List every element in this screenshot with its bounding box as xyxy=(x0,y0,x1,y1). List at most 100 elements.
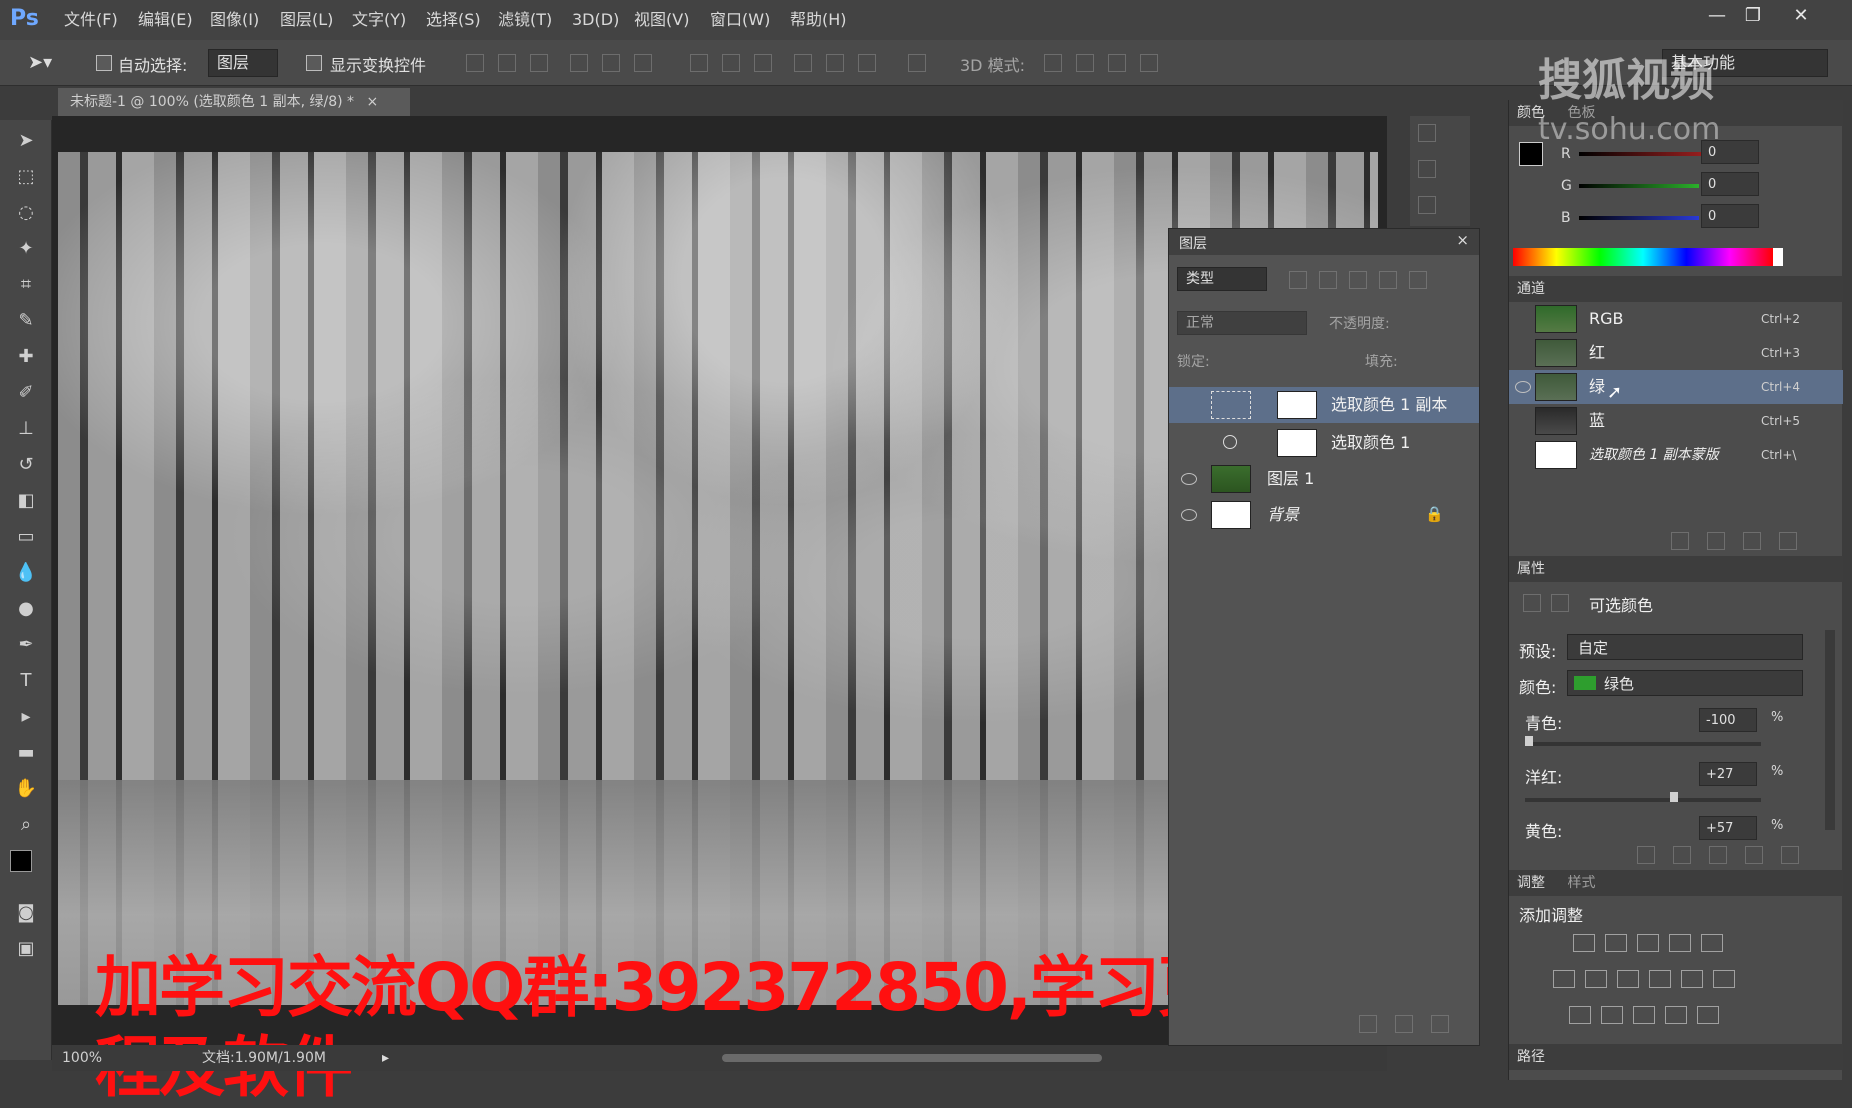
mask-type-icon[interactable] xyxy=(1551,594,1569,612)
close-button[interactable]: ✕ xyxy=(1784,2,1818,30)
distribute-right-icon[interactable] xyxy=(858,54,876,72)
black-white-icon[interactable] xyxy=(1617,970,1639,988)
move-tool-icon[interactable]: ➤ xyxy=(12,128,40,154)
actions-panel-icon[interactable] xyxy=(1418,160,1436,178)
menu-window[interactable]: 窗口(W) xyxy=(710,8,770,32)
blue-value-field[interactable]: 0 xyxy=(1701,204,1759,228)
menu-type[interactable]: 文字(Y) xyxy=(352,8,406,32)
quick-select-tool-icon[interactable]: ✦ xyxy=(12,236,40,262)
distribute-bottom-icon[interactable] xyxy=(754,54,772,72)
layer-row[interactable]: 选取颜色 1 副本 xyxy=(1169,387,1479,423)
menu-file[interactable]: 文件(F) xyxy=(64,8,118,32)
delete-channel-icon[interactable] xyxy=(1779,532,1797,550)
magenta-slider-handle[interactable] xyxy=(1669,792,1678,802)
gradient-map-icon[interactable] xyxy=(1697,1006,1719,1024)
quick-mask-icon[interactable]: ◙ xyxy=(12,900,40,926)
visibility-eye-icon[interactable] xyxy=(1515,381,1531,393)
properties-panel-header[interactable]: 属性 xyxy=(1509,556,1843,582)
marquee-tool-icon[interactable]: ⬚ xyxy=(12,164,40,190)
preset-dropdown[interactable]: 自定 xyxy=(1567,634,1803,660)
channels-panel-header[interactable]: 通道 xyxy=(1509,276,1843,302)
channel-mixer-icon[interactable] xyxy=(1681,970,1703,988)
layer-row[interactable]: 背景 🔒 xyxy=(1169,497,1479,533)
menu-image[interactable]: 图像(I) xyxy=(210,8,259,32)
stamp-tool-icon[interactable]: ⊥ xyxy=(12,416,40,442)
threshold-icon[interactable] xyxy=(1633,1006,1655,1024)
filter-shape-icon[interactable] xyxy=(1379,271,1397,289)
menu-view[interactable]: 视图(V) xyxy=(634,8,689,32)
path-select-tool-icon[interactable]: ▸ xyxy=(12,704,40,730)
layer-mask-thumbnail[interactable] xyxy=(1277,391,1317,419)
save-selection-channel-icon[interactable] xyxy=(1707,532,1725,550)
new-layer-icon[interactable] xyxy=(1395,1015,1413,1033)
visibility-eye-icon[interactable] xyxy=(1181,473,1197,485)
menu-3d[interactable]: 3D(D) xyxy=(572,8,619,32)
layer-row[interactable]: 图层 1 xyxy=(1169,461,1479,497)
channel-row[interactable]: RGB Ctrl+2 xyxy=(1509,302,1843,336)
menu-filter[interactable]: 滤镜(T) xyxy=(498,8,552,32)
brightness-contrast-icon[interactable] xyxy=(1573,934,1595,952)
distribute-vcenter-icon[interactable] xyxy=(722,54,740,72)
align-hcenter-icon[interactable] xyxy=(602,54,620,72)
dodge-tool-icon[interactable]: ● xyxy=(12,596,40,622)
healing-brush-tool-icon[interactable]: ✚ xyxy=(12,344,40,370)
blur-tool-icon[interactable]: 💧 xyxy=(12,560,40,586)
show-transform-checkbox[interactable] xyxy=(306,55,322,71)
color-dropdown[interactable]: 绿色 xyxy=(1567,670,1803,696)
hand-tool-icon[interactable]: ✋ xyxy=(12,776,40,802)
invert-icon[interactable] xyxy=(1569,1006,1591,1024)
layer-row[interactable]: 选取颜色 1 xyxy=(1169,425,1479,461)
magenta-value-field[interactable]: +27 xyxy=(1699,762,1757,786)
3d-roll-icon[interactable] xyxy=(1076,54,1094,72)
lasso-tool-icon[interactable]: ◌ xyxy=(12,200,40,226)
vibrance-icon[interactable] xyxy=(1701,934,1723,952)
green-value-field[interactable]: 0 xyxy=(1701,172,1759,196)
lock-icon[interactable]: 🔒 xyxy=(1425,505,1444,523)
document-size[interactable]: 文档:1.90M/1.90M xyxy=(202,1045,326,1071)
close-tab-icon[interactable]: × xyxy=(367,94,379,110)
cyan-value-field[interactable]: -100 xyxy=(1699,708,1757,732)
visibility-eye-icon[interactable] xyxy=(1181,509,1197,521)
layer-name[interactable]: 选取颜色 1 xyxy=(1331,425,1410,461)
zoom-tool-icon[interactable]: ⌕ xyxy=(12,812,40,838)
levels-icon[interactable] xyxy=(1605,934,1627,952)
menu-help[interactable]: 帮助(H) xyxy=(790,8,847,32)
filter-pixel-icon[interactable] xyxy=(1289,271,1307,289)
curves-icon[interactable] xyxy=(1637,934,1659,952)
layer-mask-thumbnail[interactable] xyxy=(1277,429,1317,457)
new-channel-icon[interactable] xyxy=(1743,532,1761,550)
distribute-hcenter-icon[interactable] xyxy=(826,54,844,72)
view-previous-icon[interactable] xyxy=(1673,846,1691,864)
layer-filter-dropdown[interactable]: 类型 xyxy=(1177,267,1267,291)
align-right-icon[interactable] xyxy=(634,54,652,72)
color-spectrum-ramp[interactable] xyxy=(1513,248,1783,266)
3d-pan-icon[interactable] xyxy=(1108,54,1126,72)
type-tool-icon[interactable]: T xyxy=(12,668,40,694)
status-menu-arrow-icon[interactable]: ▸ xyxy=(382,1045,389,1071)
hue-saturation-icon[interactable] xyxy=(1553,970,1575,988)
yellow-value-field[interactable]: +57 xyxy=(1699,816,1757,840)
tab-styles[interactable]: 样式 xyxy=(1567,875,1595,891)
properties-scrollbar[interactable] xyxy=(1825,630,1835,830)
filter-type-icon[interactable] xyxy=(1349,271,1367,289)
reset-icon[interactable] xyxy=(1709,846,1727,864)
align-vcenter-icon[interactable] xyxy=(498,54,516,72)
history-panel-icon[interactable] xyxy=(1418,124,1436,142)
menu-select[interactable]: 选择(S) xyxy=(426,8,481,32)
screen-mode-icon[interactable]: ▣ xyxy=(12,936,40,962)
align-top-icon[interactable] xyxy=(466,54,484,72)
shape-tool-icon[interactable]: ▬ xyxy=(12,740,40,766)
panel-close-icon[interactable]: × xyxy=(1456,231,1469,249)
cyan-slider[interactable] xyxy=(1525,736,1761,746)
foreground-color-swatch[interactable] xyxy=(10,850,32,872)
filter-adjustment-icon[interactable] xyxy=(1319,271,1337,289)
blue-slider[interactable] xyxy=(1579,216,1699,220)
eyedropper-tool-icon[interactable]: ✎ xyxy=(12,308,40,334)
channel-row[interactable]: 选取颜色 1 副本蒙版 Ctrl+\ xyxy=(1509,438,1843,472)
delete-layer-icon[interactable] xyxy=(1431,1015,1449,1033)
cyan-slider-handle[interactable] xyxy=(1525,736,1533,746)
3d-slide-icon[interactable] xyxy=(1140,54,1158,72)
gradient-tool-icon[interactable]: ▭ xyxy=(12,524,40,550)
pen-tool-icon[interactable]: ✒ xyxy=(12,632,40,658)
layer-thumbnail[interactable] xyxy=(1211,501,1251,529)
